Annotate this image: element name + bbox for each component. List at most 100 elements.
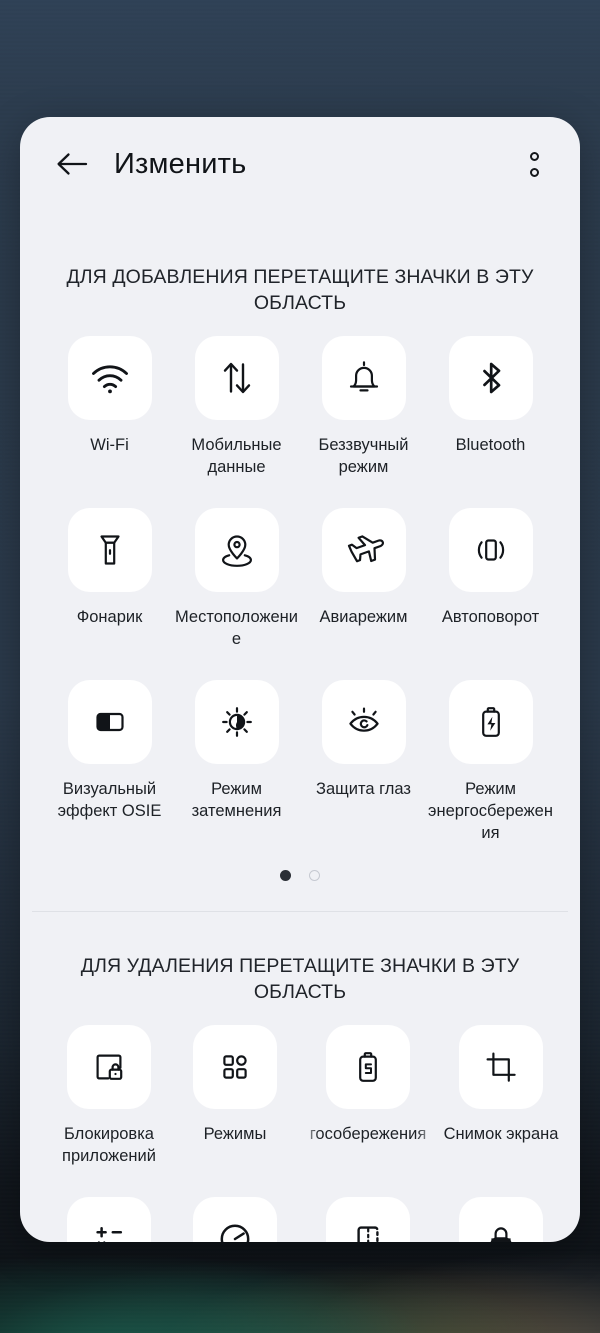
tile-icon-box[interactable]: [321, 680, 406, 764]
tile-icon-box[interactable]: [67, 1197, 151, 1242]
tile-icon-box[interactable]: [67, 336, 152, 420]
tile-label: Защита глаз: [316, 780, 411, 798]
tile-icon-box[interactable]: [193, 1197, 277, 1242]
grid-row-spacer: [173, 484, 300, 508]
app-bar: Изменить: [20, 117, 580, 211]
one-handed-mode-icon: [346, 1217, 390, 1242]
tile-label: Bluetooth: [455, 436, 526, 454]
tile-icon-box[interactable]: [459, 1197, 543, 1242]
tile-icon-box[interactable]: [67, 680, 152, 764]
tile-label: Беззвучный режим: [318, 436, 409, 476]
tile-icon-box[interactable]: [459, 1025, 543, 1109]
tile-label: Фонарик: [76, 608, 143, 626]
pager-dot[interactable]: [280, 870, 291, 881]
tile-icon-box[interactable]: [67, 508, 152, 592]
screenshot-icon: [479, 1045, 523, 1089]
grid-row-spacer: [300, 656, 427, 680]
screen-lock-icon: [479, 1217, 523, 1242]
grid-row-spacer: [173, 656, 300, 680]
tile-icon-box[interactable]: [326, 1197, 410, 1242]
quick-setting-tile[interactable]: Bluetooth: [427, 336, 554, 484]
tile-icon-box[interactable]: [193, 1025, 277, 1109]
modes-icon: [213, 1045, 257, 1089]
remove-area-title: ДЛЯ УДАЛЕНИЯ ПЕРЕТАЩИТЕ ЗНАЧКИ В ЭТУ ОБЛ…: [80, 955, 520, 1003]
tile-icon-box[interactable]: [448, 680, 533, 764]
grid-row-spacer: [46, 484, 173, 508]
quick-setting-tile[interactable]: Блокировка экрана: [438, 1197, 564, 1242]
ultra-power-saving-icon: [346, 1045, 390, 1089]
app-lock-icon: [87, 1045, 131, 1089]
quick-setting-tile[interactable]: Авиарежим: [300, 508, 427, 656]
back-button[interactable]: [50, 142, 94, 186]
grid-row-spacer: [438, 1173, 564, 1197]
calculator-icon: [87, 1217, 131, 1242]
quick-setting-tile[interactable]: Режим энергосбережения: [427, 680, 554, 850]
tile-icon-box[interactable]: [448, 508, 533, 592]
tile-label: Автоповорот: [441, 608, 540, 626]
quick-setting-tile[interactable]: Мобильные данные: [173, 336, 300, 484]
dark-mode-icon: [215, 700, 259, 744]
flashlight-icon: [88, 528, 132, 572]
tile-label: Визуальный эффект OSIE: [57, 780, 162, 820]
quick-setting-tile[interactable]: Местоположение: [173, 508, 300, 656]
tile-label: Авиарежим: [319, 608, 408, 626]
page-title: Изменить: [114, 147, 247, 180]
quick-setting-tile[interactable]: Wi-Fi: [46, 336, 173, 484]
add-area-title: ДЛЯ ДОБАВЛЕНИЯ ПЕРЕТАЩИТЕ ЗНАЧКИ В ЭТУ О…: [66, 266, 534, 314]
tile-icon-box[interactable]: [326, 1025, 410, 1109]
clear-memory-icon: [213, 1217, 257, 1242]
tile-icon-box[interactable]: [194, 508, 279, 592]
arrow-left-icon: [55, 149, 89, 179]
bluetooth-icon: [469, 356, 513, 400]
section-divider: [32, 911, 568, 912]
pager-dot[interactable]: [309, 870, 320, 881]
quick-setting-tile[interactable]: Режимы: [172, 1025, 298, 1173]
quick-setting-tile[interactable]: Защита глаз: [300, 680, 427, 850]
tile-label: Местоположение: [174, 608, 298, 648]
tile-icon-box[interactable]: [194, 680, 279, 764]
section-divider-wrap: [20, 911, 580, 912]
quick-setting-tile[interactable]: Фонарик: [46, 508, 173, 656]
mobile-data-icon: [215, 356, 259, 400]
quick-setting-tile[interactable]: я одной рукой: [298, 1197, 438, 1242]
quick-setting-tile[interactable]: Калькулятор: [46, 1197, 172, 1242]
grid-row-spacer: [427, 484, 554, 508]
add-area-section: ДЛЯ ДОБАВЛЕНИЯ ПЕРЕТАЩИТЕ ЗНАЧКИ В ЭТУ О…: [20, 264, 580, 881]
quick-setting-tile[interactable]: Режим затемнения: [173, 680, 300, 850]
tile-label: Wi-Fi: [90, 436, 129, 454]
quick-setting-tile[interactable]: гособережения: [298, 1025, 438, 1173]
tile-icon-box[interactable]: [321, 336, 406, 420]
remove-area-grid[interactable]: Блокировка приложений Режимы гособережен…: [46, 1025, 558, 1242]
eye-comfort-icon: [342, 700, 386, 744]
grid-row-spacer: [46, 656, 173, 680]
location-pin-icon: [215, 528, 259, 572]
tile-icon-box[interactable]: [194, 336, 279, 420]
tile-label: Режим затемнения: [191, 780, 282, 820]
bell-icon: [342, 356, 386, 400]
tile-icon-box[interactable]: [448, 336, 533, 420]
grid-row-spacer: [172, 1173, 298, 1197]
tile-label: Режимы: [203, 1125, 267, 1143]
airplane-icon: [342, 528, 386, 572]
battery-saver-icon: [469, 700, 513, 744]
quick-setting-tile[interactable]: Автоповорот: [427, 508, 554, 656]
overflow-menu-icon: [529, 151, 539, 161]
tile-label: гособережения: [309, 1125, 427, 1143]
tile-icon-box[interactable]: [321, 508, 406, 592]
overflow-menu-icon-dot: [529, 167, 539, 177]
add-area-grid[interactable]: Wi-Fi Мобильные данные Беззвучный режим …: [46, 336, 554, 850]
quick-setting-tile[interactable]: Беззвучный режим: [300, 336, 427, 484]
quick-setting-tile[interactable]: Очистить память: [172, 1197, 298, 1242]
quick-setting-tile[interactable]: Снимок экрана: [438, 1025, 564, 1173]
grid-row-spacer: [427, 656, 554, 680]
overflow-menu-button[interactable]: [514, 141, 554, 187]
add-area-pager[interactable]: [46, 870, 554, 881]
grid-row-spacer: [46, 1173, 172, 1197]
quick-setting-tile[interactable]: Визуальный эффект OSIE: [46, 680, 173, 850]
tile-label: Мобильные данные: [191, 436, 282, 476]
tile-icon-box[interactable]: [67, 1025, 151, 1109]
auto-rotate-icon: [469, 528, 513, 572]
grid-row-spacer: [298, 1173, 438, 1197]
tile-label: Режим энергосбережения: [428, 780, 553, 842]
quick-setting-tile[interactable]: Блокировка приложений: [46, 1025, 172, 1173]
